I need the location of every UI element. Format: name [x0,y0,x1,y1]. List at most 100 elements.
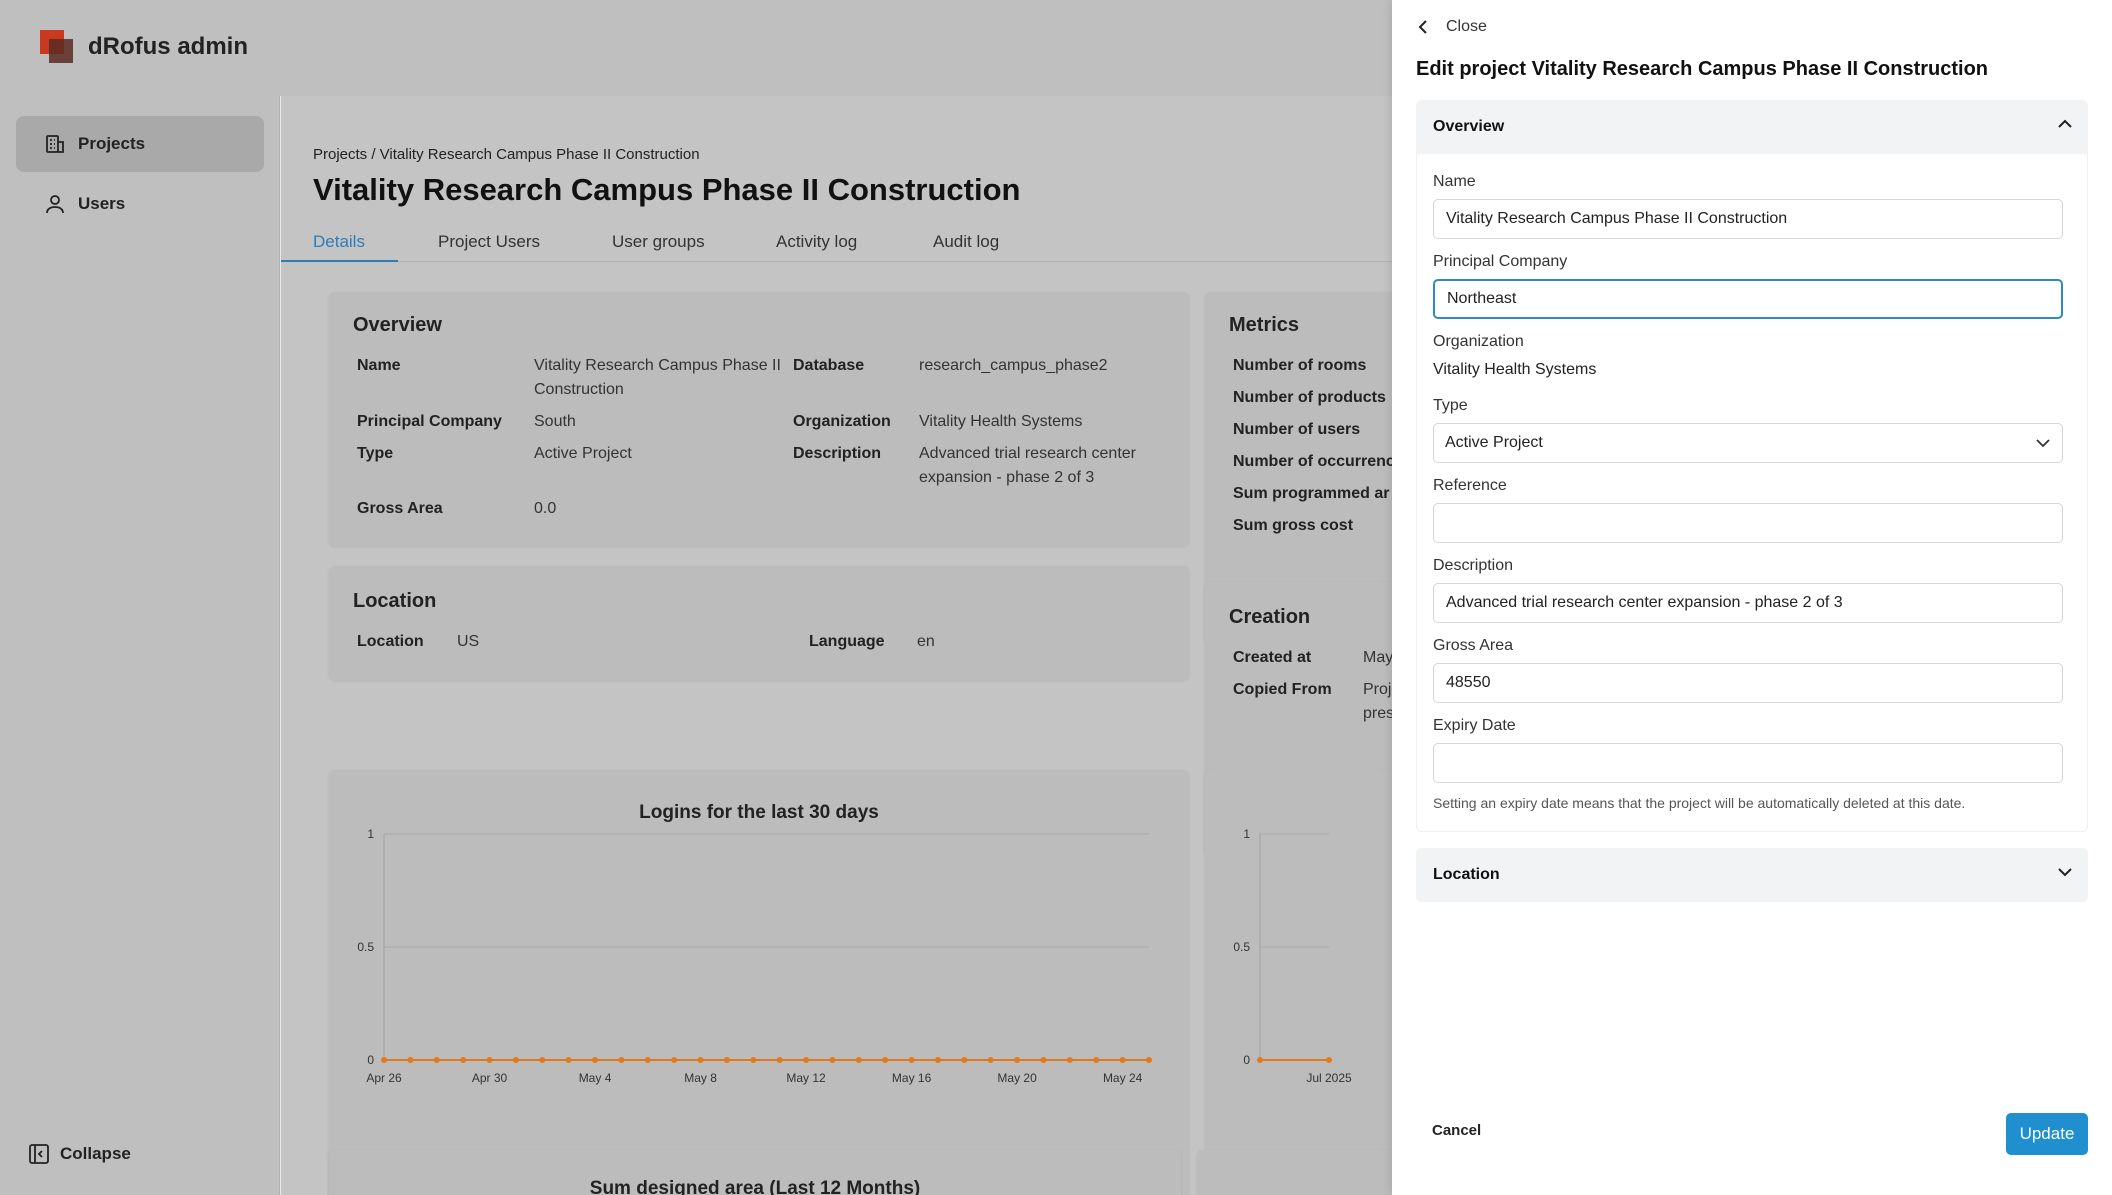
app-title: dRofus admin [88,33,248,60]
x-tick-label: May 16 [892,1071,932,1085]
reference-input[interactable] [1433,503,2063,543]
name-field-label: Name [1433,173,1476,190]
metrics-title: Metrics [1229,314,1300,336]
y-tick-label: 1 [367,827,374,841]
data-point [381,1057,387,1063]
data-point [1040,1057,1047,1063]
data-point [934,1057,941,1063]
data-point [1257,1057,1263,1063]
designed-area-card: Sum designed area (Last 12 Months) [329,1150,1181,1195]
x-tick-label: Apr 30 [472,1071,508,1085]
page-title: Vitality Research Campus Phase II Constr… [313,172,1021,207]
data-point [671,1057,678,1063]
data-point [697,1057,704,1063]
description-input[interactable] [1433,583,2063,623]
data-point [987,1057,994,1063]
metric-label: Number of rooms [1233,357,1367,374]
name-input[interactable] [1433,199,2063,239]
y-tick-label: 1 [1243,827,1250,841]
data-point [882,1057,889,1063]
x-tick-label: Apr 26 [366,1071,402,1085]
tab-details[interactable]: Details [313,232,365,252]
data-point [1066,1057,1073,1063]
tab-project-users[interactable]: Project Users [438,232,540,252]
data-point [618,1057,625,1063]
x-tick-label: May 4 [579,1071,612,1085]
principal-company-value: South [534,413,576,430]
gross-area-input[interactable] [1433,663,2063,703]
data-point [512,1057,519,1063]
overview-section-header[interactable]: Overview [1416,100,2088,154]
database-value: research_campus_phase2 [919,357,1108,374]
breadcrumb[interactable]: Projects / Vitality Research Campus Phas… [313,146,700,163]
chevron-up-icon [2058,119,2072,128]
data-point [750,1057,757,1063]
tab-audit-log[interactable]: Audit log [933,232,999,252]
data-point [723,1057,730,1063]
data-point [1119,1057,1126,1063]
data-point [908,1057,915,1063]
x-tick-label: Jul 2025 [1306,1071,1352,1085]
language-label: Language [809,633,885,650]
creation-title: Creation [1229,606,1311,628]
name-value: Vitality Research Campus Phase II Constr… [534,357,781,398]
data-point [1093,1057,1100,1063]
close-button[interactable]: Close [1418,18,1487,36]
location-section-header[interactable]: Location [1416,848,2088,902]
data-point [460,1057,467,1063]
sidebar-item-users[interactable]: Users [16,176,264,232]
expiry-date-input[interactable] [1433,743,2063,783]
gross-area-label: Gross Area [357,500,443,517]
cancel-button[interactable]: Cancel [1432,1122,1481,1139]
data-point [565,1057,572,1063]
data-point [1326,1057,1332,1063]
expiry-date-field-label: Expiry Date [1433,717,1516,734]
collapse-button[interactable]: Collapse [28,1143,131,1165]
principal-company-field-label: Principal Company [1433,253,1568,270]
sidebar-item-projects[interactable]: Projects [16,116,264,172]
x-tick-label: May 24 [1103,1071,1143,1085]
tab-user-groups[interactable]: User groups [612,232,705,252]
data-point [776,1057,783,1063]
chevron-down-icon [2058,868,2072,877]
tab-activity-log[interactable]: Activity log [776,232,857,252]
type-value: Active Project [534,445,632,462]
y-tick-label: 0.5 [1233,940,1250,954]
user-icon [46,195,64,214]
x-tick-label: May 8 [684,1071,717,1085]
data-point [855,1057,862,1063]
metric-label: Number of products [1233,389,1386,406]
location-value: US [457,633,480,650]
data-point [592,1057,599,1063]
overview-section-label: Overview [1433,118,1505,135]
edit-project-drawer: Close Edit project Vitality Research Cam… [1392,0,2112,1195]
name-label: Name [357,357,401,374]
database-label: Database [793,357,865,374]
principal-company-input[interactable] [1433,279,2063,319]
update-button[interactable]: Update [2006,1113,2088,1155]
type-field-label: Type [1433,397,1468,414]
drofus-logo [40,30,74,64]
copied-from-label: Copied From [1233,681,1332,698]
organization-field-value: Vitality Health Systems [1433,361,1597,378]
metric-label: Number of users [1233,421,1361,438]
overview-card: Overview Name Vitality Research Campus P… [329,292,1189,546]
description-field-label: Description [1433,557,1514,574]
y-tick-label: 0.5 [357,940,374,954]
copied-from-value-cont: pres [1363,705,1395,722]
data-point [433,1057,440,1063]
gross-area-field-label: Gross Area [1433,637,1514,654]
location-label: Location [357,633,424,650]
sidebar-item-label: Projects [78,134,146,153]
data-point [539,1057,546,1063]
chevron-down-icon [2036,439,2050,448]
description-label: Description [793,445,882,462]
building-icon [46,135,64,153]
language-value: en [917,633,935,650]
collapse-icon [29,1144,49,1164]
principal-company-label: Principal Company [357,413,502,430]
expiry-date-hint: Setting an expiry date means that the pr… [1433,795,1966,811]
designed-area-title: Sum designed area (Last 12 Months) [589,1178,921,1195]
copied-from-value: Proj [1363,681,1392,698]
created-at-value: May [1363,649,1394,666]
